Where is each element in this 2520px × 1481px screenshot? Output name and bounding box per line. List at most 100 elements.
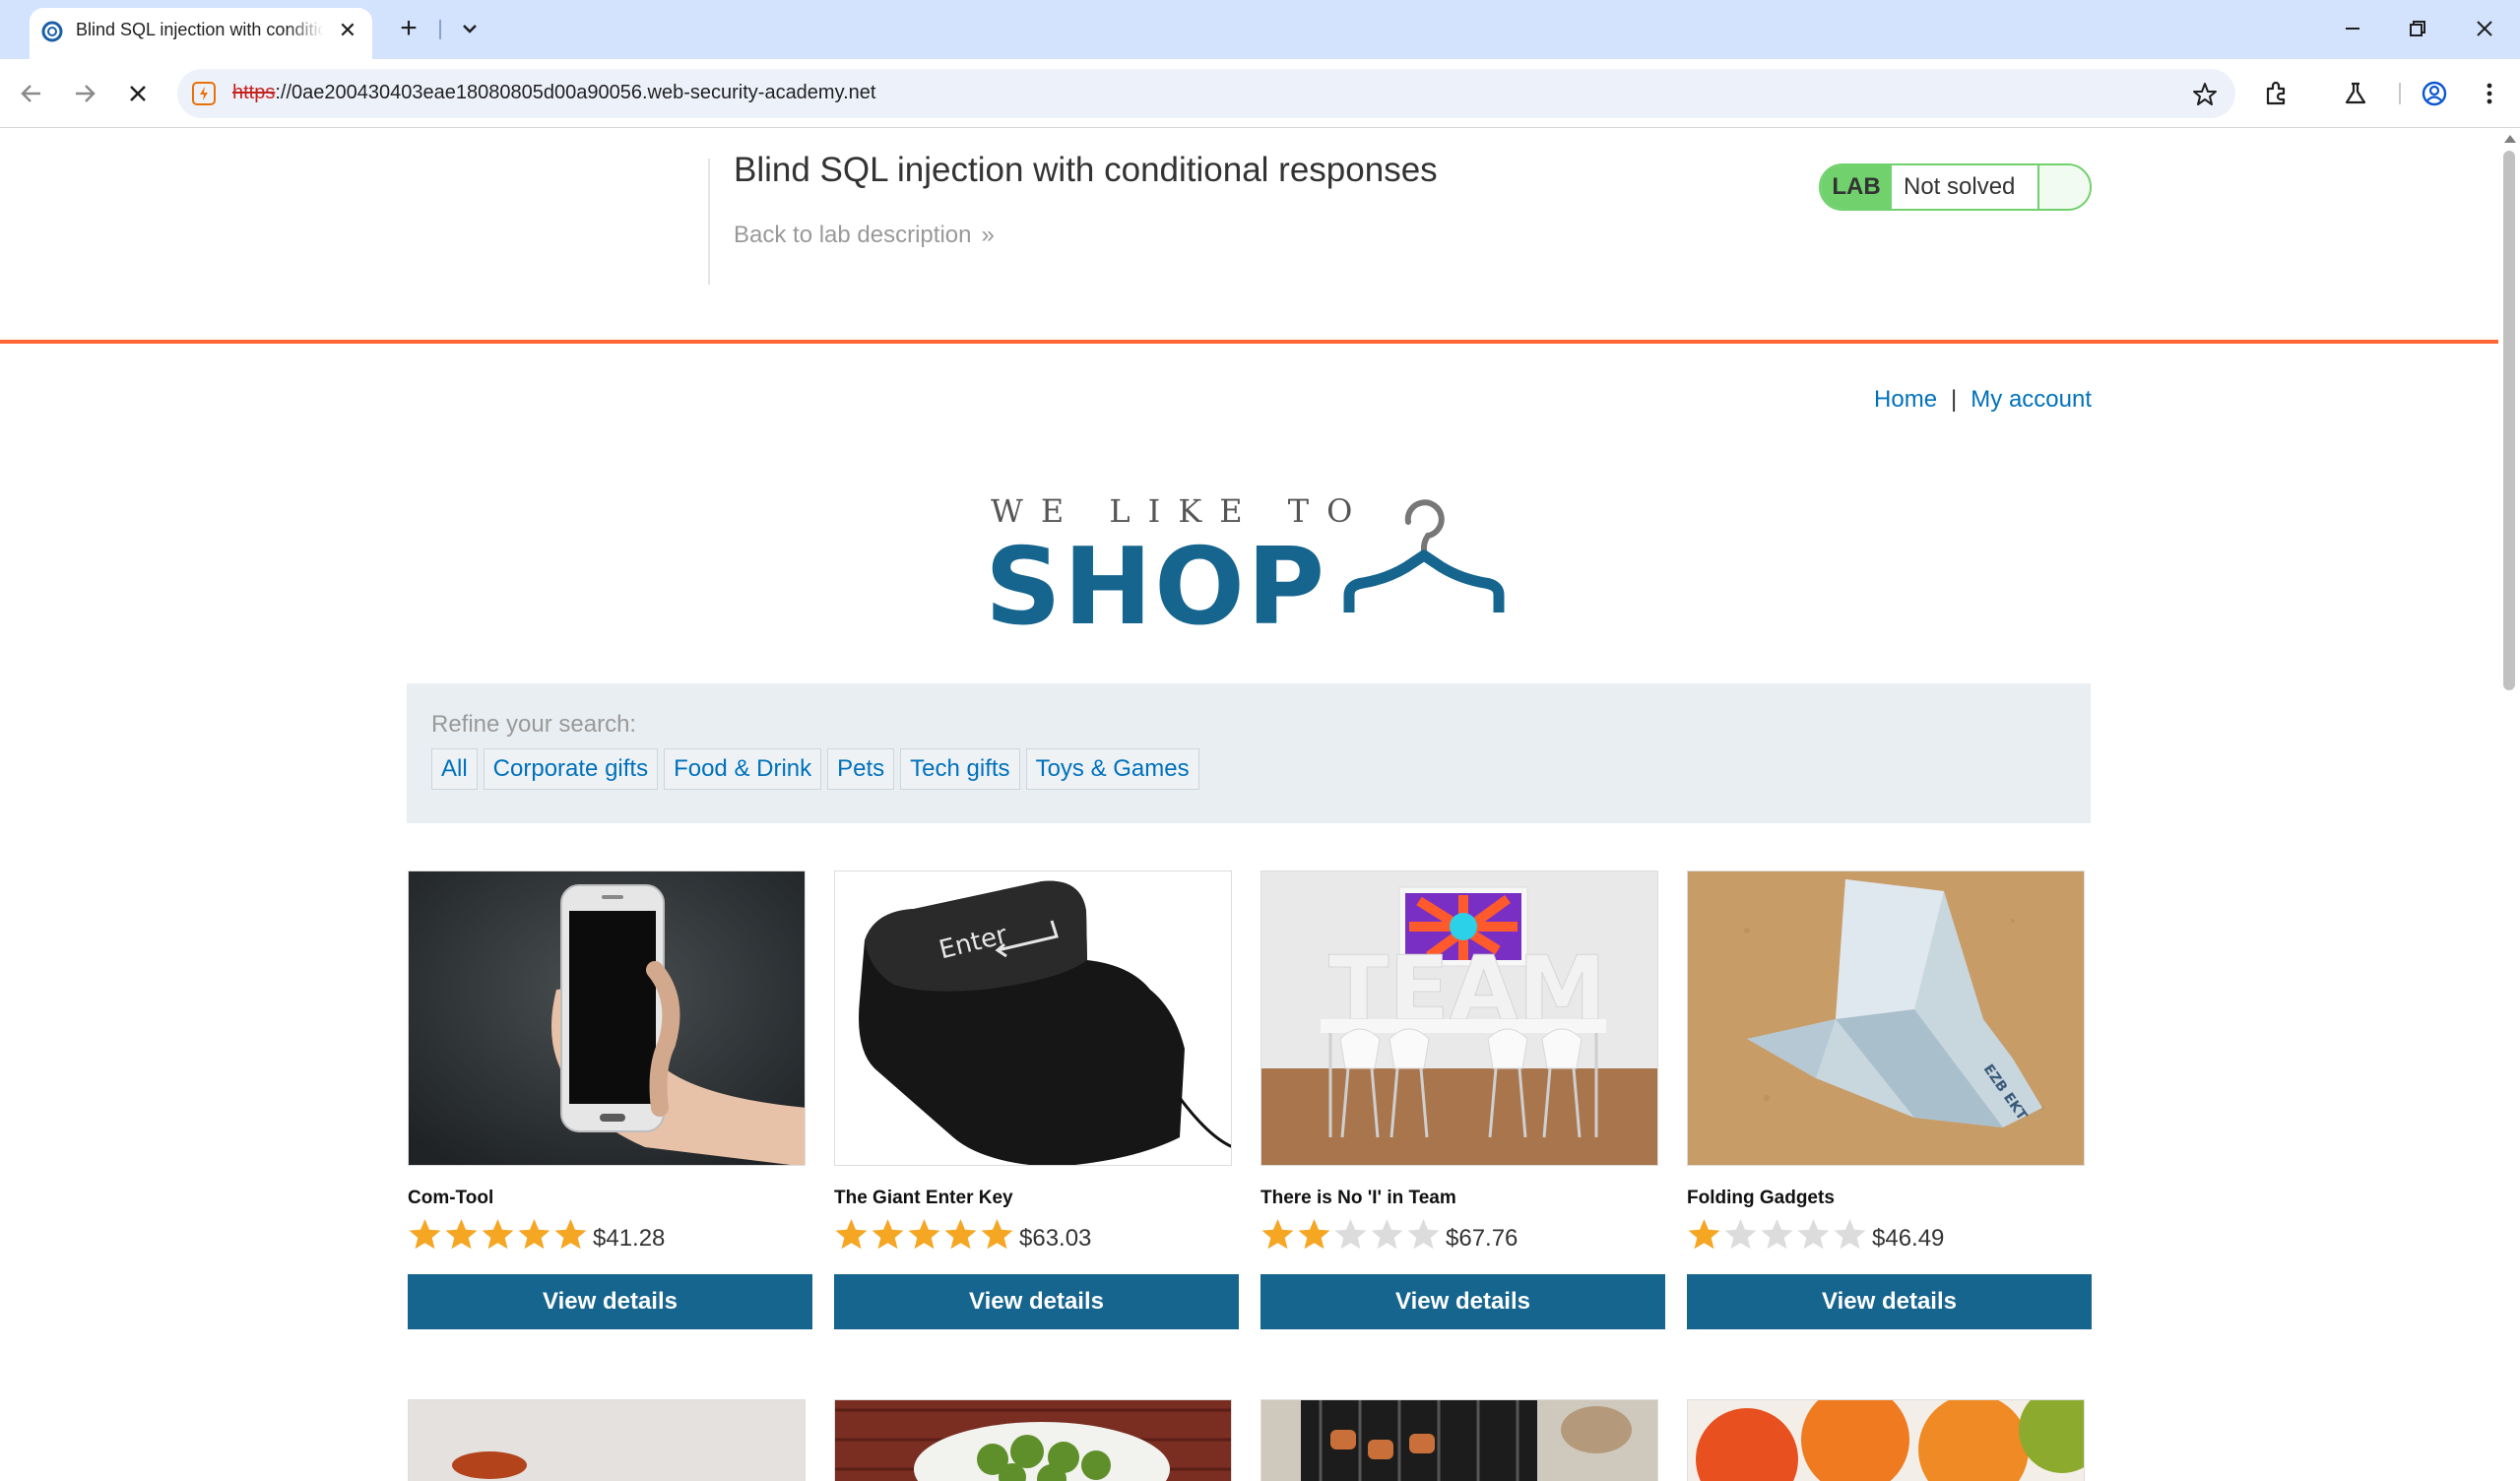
star-empty-icon	[1834, 1219, 1866, 1250]
lab-title: Blind SQL injection with conditional res…	[734, 151, 1438, 189]
product-image[interactable]	[408, 870, 806, 1166]
product-rating	[1687, 1217, 1867, 1252]
star-filled-icon	[908, 1219, 940, 1250]
lab-status-widget: LAB Not solved	[1819, 163, 2092, 211]
nav-my-account-link[interactable]: My account	[1971, 386, 2092, 413]
tab-separator	[439, 20, 441, 39]
menu-dots-icon[interactable]	[2472, 76, 2507, 111]
url-host: ://0ae200430403eae18080805d00a90056.web-…	[275, 82, 876, 103]
lab-header-divider	[708, 159, 710, 285]
star-filled-icon	[872, 1219, 904, 1250]
hanger-icon	[1343, 499, 1505, 612]
product-image-partial[interactable]	[1687, 1399, 2085, 1481]
product-photo	[409, 1400, 805, 1481]
star-filled-icon	[1688, 1219, 1720, 1250]
filter-tech-gifts[interactable]: Tech gifts	[900, 748, 1020, 790]
logo-tagline: WE LIKE TO	[991, 492, 1371, 530]
product-photo	[1688, 1400, 2084, 1481]
star-empty-icon	[1724, 1219, 1757, 1250]
filter-corporate-gifts[interactable]: Corporate gifts	[483, 748, 659, 790]
scroll-up-arrow-icon[interactable]	[2504, 135, 2516, 143]
product-price: $67.76	[1446, 1225, 1518, 1252]
star-filled-icon	[409, 1219, 441, 1250]
product-price: $63.03	[1019, 1225, 1092, 1252]
top-nav: Home | My account	[1874, 386, 2092, 414]
star-empty-icon	[1334, 1219, 1367, 1250]
tab-close-icon[interactable]: ✕	[335, 18, 360, 43]
team-letters-room-image: TEAM	[1261, 871, 1657, 1165]
filter-toys-games[interactable]: Toys & Games	[1025, 748, 1199, 790]
extensions-icon[interactable]	[2259, 76, 2294, 111]
refine-search-label: Refine your search:	[431, 711, 637, 738]
product-price: $41.28	[593, 1225, 666, 1252]
url-text: https://0ae200430403eae18080805d00a90056…	[232, 82, 875, 104]
lab-badge: LAB	[1821, 165, 1892, 209]
view-details-button[interactable]: View details	[1687, 1274, 2092, 1329]
filter-all[interactable]: All	[431, 748, 478, 790]
back-link-label: Back to lab description	[734, 222, 972, 248]
new-tab-icon[interactable]: +	[394, 14, 423, 45]
back-to-lab-description-link[interactable]: Back to lab description »	[734, 222, 995, 249]
close-window-icon[interactable]	[2470, 14, 2499, 43]
star-filled-icon	[482, 1219, 514, 1250]
star-empty-icon	[1797, 1219, 1830, 1250]
labs-flask-icon[interactable]	[2338, 76, 2373, 111]
product-photo	[835, 1400, 1231, 1481]
star-filled-icon	[554, 1219, 587, 1250]
product-rating	[834, 1217, 1014, 1252]
product-name: Folding Gadgets	[1687, 1188, 1835, 1208]
star-filled-icon	[981, 1219, 1013, 1250]
product-card: EZB EKT Folding Gadgets $46.49 View deta…	[1687, 870, 2093, 1329]
logo-wordmark: SHOP	[985, 526, 1327, 649]
double-chevron-right-icon: »	[981, 222, 995, 248]
refine-search-panel: Refine your search: All Corporate gifts …	[407, 683, 2091, 823]
back-icon[interactable]	[14, 76, 49, 111]
star-empty-icon	[1371, 1219, 1403, 1250]
url-scheme: https	[232, 82, 276, 103]
product-card: Enter The Giant Enter Key $63.03 View de…	[834, 870, 1240, 1329]
nav-separator: |	[1951, 386, 1958, 413]
shop-logo: WE LIKE TO SHOP	[985, 488, 1511, 649]
scrollbar-thumb[interactable]	[2503, 151, 2515, 690]
browser-toolbar: https://0ae200430403eae18080805d00a90056…	[0, 59, 2520, 128]
view-details-button[interactable]: View details	[1260, 1274, 1665, 1329]
view-details-button[interactable]: View details	[834, 1274, 1239, 1329]
product-name: Com-Tool	[408, 1188, 494, 1208]
nav-home-link[interactable]: Home	[1874, 386, 1937, 413]
star-filled-icon	[518, 1219, 550, 1250]
product-image[interactable]: TEAM	[1260, 870, 1658, 1166]
filter-food-drink[interactable]: Food & Drink	[664, 748, 822, 790]
tab-search-icon[interactable]	[455, 14, 485, 43]
category-filters: All Corporate gifts Food & Drink Pets Te…	[431, 748, 1199, 790]
view-details-button[interactable]: View details	[408, 1274, 812, 1329]
minimize-icon[interactable]	[2338, 14, 2367, 43]
product-price: $46.49	[1872, 1225, 1945, 1252]
lab-header: Blind SQL injection with conditional res…	[0, 129, 2498, 344]
product-rating	[408, 1217, 588, 1252]
browser-tab-strip: Blind SQL injection with conditional res…	[0, 0, 2520, 59]
star-filled-icon	[835, 1219, 868, 1250]
restore-icon[interactable]	[2403, 14, 2432, 43]
address-bar[interactable]: https://0ae200430403eae18080805d00a90056…	[177, 69, 2235, 118]
product-image-partial[interactable]	[834, 1399, 1232, 1481]
product-image[interactable]: Enter	[834, 870, 1232, 1166]
product-rating	[1260, 1217, 1441, 1252]
lab-status-text: Not solved	[1904, 173, 2016, 200]
toolbar-separator	[2399, 83, 2401, 104]
profile-icon[interactable]	[2417, 76, 2452, 111]
origami-banknote-image: EZB EKT	[1688, 871, 2084, 1165]
page-scrollbar[interactable]	[2498, 129, 2520, 1481]
product-image-partial[interactable]	[408, 1399, 806, 1481]
not-secure-icon[interactable]	[191, 81, 217, 106]
forward-icon[interactable]	[67, 76, 102, 111]
lab-status-indicator	[2037, 165, 2090, 209]
stop-loading-icon[interactable]	[120, 76, 156, 111]
star-filled-icon	[944, 1219, 977, 1250]
star-filled-icon	[445, 1219, 478, 1250]
product-name: There is No 'I' in Team	[1260, 1188, 1456, 1208]
product-image-partial[interactable]	[1260, 1399, 1658, 1481]
bookmark-star-icon[interactable]	[2191, 81, 2219, 108]
tab-title: Blind SQL injection with conditional res…	[76, 20, 324, 39]
filter-pets[interactable]: Pets	[827, 748, 895, 790]
product-image[interactable]: EZB EKT	[1687, 870, 2085, 1166]
